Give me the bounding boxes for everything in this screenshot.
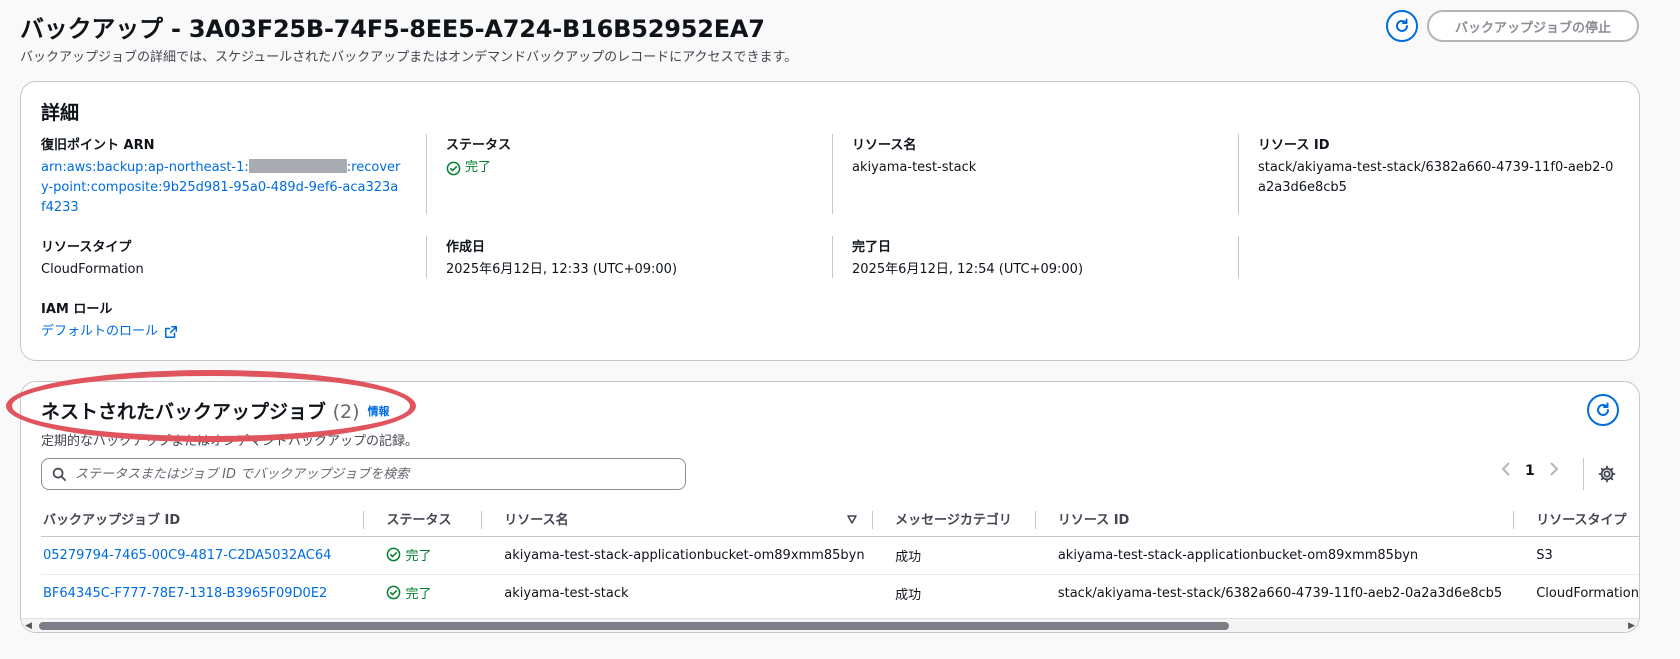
column-header-job-id[interactable]: バックアップジョブ ID bbox=[41, 502, 365, 537]
details-panel: 詳細 復旧ポイント ARN arn:aws:backup:ap-northeas… bbox=[20, 81, 1640, 361]
success-check-icon bbox=[387, 547, 401, 561]
resource-name-cell: akiyama-test-stack bbox=[504, 585, 629, 601]
nested-backup-jobs-panel: ネストされたバックアップジョブ (2) 情報 定期的なバックアップまたはオンデマン… bbox=[20, 381, 1640, 633]
page-description: バックアップジョブの詳細では、スケジュールされたバックアップまたはオンデマンドバ… bbox=[20, 50, 798, 65]
page-title: バックアップ - 3A03F25B-74F5-8EE5-A724-B16B529… bbox=[20, 15, 765, 43]
created-field: 作成日 2025年6月12日, 12:33 (UTC+09:00) bbox=[446, 240, 678, 277]
resource-id-field: リソース ID stack/akiyama-test-stack/6382a66… bbox=[1258, 138, 1614, 195]
completed-field: 完了日 2025年6月12日, 12:54 (UTC+09:00) bbox=[852, 240, 1084, 277]
message-category-cell: 成功 bbox=[895, 549, 922, 565]
resource-id-cell: stack/akiyama-test-stack/6382a660-4739-1… bbox=[1057, 585, 1503, 601]
redacted-account-id bbox=[248, 159, 347, 173]
table-row: 05279794-7465-00C9-4817-C2DA5032AC64 完了 … bbox=[41, 536, 1639, 575]
column-header-resource-name[interactable]: リソース名 bbox=[482, 502, 874, 537]
table-header-row: バックアップジョブ ID ステータス リソース名 メッセージカテゴリ リソース … bbox=[41, 502, 1639, 537]
page-number[interactable]: 1 bbox=[1525, 463, 1535, 479]
status-field: ステータス 完了 bbox=[446, 136, 826, 183]
search-input[interactable] bbox=[75, 466, 685, 482]
search-icon bbox=[52, 467, 66, 481]
status-badge: 完了 bbox=[446, 158, 491, 178]
stop-backup-job-button[interactable]: バックアップジョブの停止 bbox=[1427, 10, 1639, 42]
scroll-left-icon[interactable]: ◀ bbox=[25, 621, 32, 631]
sort-descending-icon[interactable] bbox=[847, 515, 857, 524]
resource-name-cell: akiyama-test-stack-applicationbucket-om8… bbox=[504, 547, 865, 563]
info-link[interactable]: 情報 bbox=[368, 405, 390, 418]
scroll-right-icon[interactable]: ▶ bbox=[1628, 621, 1635, 631]
next-page-button[interactable] bbox=[1549, 462, 1559, 480]
recovery-point-field: 復旧ポイント ARN arn:aws:backup:ap-northeast-1… bbox=[41, 136, 401, 218]
resource-type-cell: CloudFormation bbox=[1536, 585, 1639, 601]
column-header-resource-id[interactable]: リソース ID bbox=[1035, 502, 1515, 537]
refresh-icon bbox=[1597, 402, 1609, 416]
iam-role-field: IAM ロール デフォルトのロール bbox=[41, 300, 421, 342]
status-badge: 完了 bbox=[364, 583, 432, 602]
resource-id-cell: akiyama-test-stack-applicationbucket-om8… bbox=[1057, 547, 1419, 563]
preferences-button[interactable] bbox=[1598, 465, 1616, 487]
nested-jobs-table: バックアップジョブ ID ステータス リソース名 メッセージカテゴリ リソース … bbox=[41, 502, 1639, 612]
gear-icon bbox=[1598, 465, 1616, 483]
recovery-point-arn-link[interactable]: arn:aws:backup:ap-northeast-1::recovery-… bbox=[41, 159, 400, 215]
success-check-icon bbox=[446, 161, 461, 175]
search-box bbox=[41, 458, 686, 490]
nested-jobs-description: 定期的なバックアップまたはオンデマンドバックアップの記録。 bbox=[41, 434, 419, 449]
column-header-message-category[interactable]: メッセージカテゴリ bbox=[873, 502, 1036, 537]
column-header-status[interactable]: ステータス bbox=[364, 502, 483, 537]
nested-jobs-title: ネストされたバックアップジョブ (2) 情報 bbox=[41, 401, 390, 423]
job-id-link[interactable]: 05279794-7465-00C9-4817-C2DA5032AC64 bbox=[41, 548, 331, 563]
resource-name-field: リソース名 akiyama-test-stack bbox=[852, 138, 977, 175]
external-link-icon bbox=[164, 325, 178, 339]
job-id-link[interactable]: BF64345C-F777-78E7-1318-B3965F09D0E2 bbox=[41, 586, 327, 601]
recovery-point-label: 復旧ポイント ARN bbox=[41, 138, 155, 153]
column-header-resource-type[interactable]: リソースタイプ bbox=[1514, 502, 1639, 537]
default-role-link[interactable]: デフォルトのロール bbox=[41, 322, 178, 342]
resource-type-field: リソースタイプ CloudFormation bbox=[41, 240, 144, 277]
refresh-button[interactable] bbox=[1386, 10, 1418, 42]
chevron-right-icon bbox=[1550, 462, 1559, 476]
pagination: 1 bbox=[1501, 462, 1559, 480]
chevron-left-icon bbox=[1501, 462, 1510, 476]
refresh-icon bbox=[1396, 18, 1408, 32]
details-title: 詳細 bbox=[41, 102, 80, 124]
nested-jobs-count: (2) bbox=[332, 401, 360, 423]
table-row: BF64345C-F777-78E7-1318-B3965F09D0E2 完了 … bbox=[41, 574, 1639, 612]
prev-page-button[interactable] bbox=[1501, 462, 1511, 480]
scrollbar-thumb[interactable] bbox=[39, 622, 1229, 630]
message-category-cell: 成功 bbox=[895, 587, 922, 603]
horizontal-scrollbar[interactable]: ◀ ▶ bbox=[21, 618, 1639, 632]
nested-refresh-button[interactable] bbox=[1587, 394, 1619, 426]
status-badge: 完了 bbox=[364, 545, 432, 564]
resource-type-cell: S3 bbox=[1536, 547, 1553, 563]
success-check-icon bbox=[387, 585, 401, 600]
